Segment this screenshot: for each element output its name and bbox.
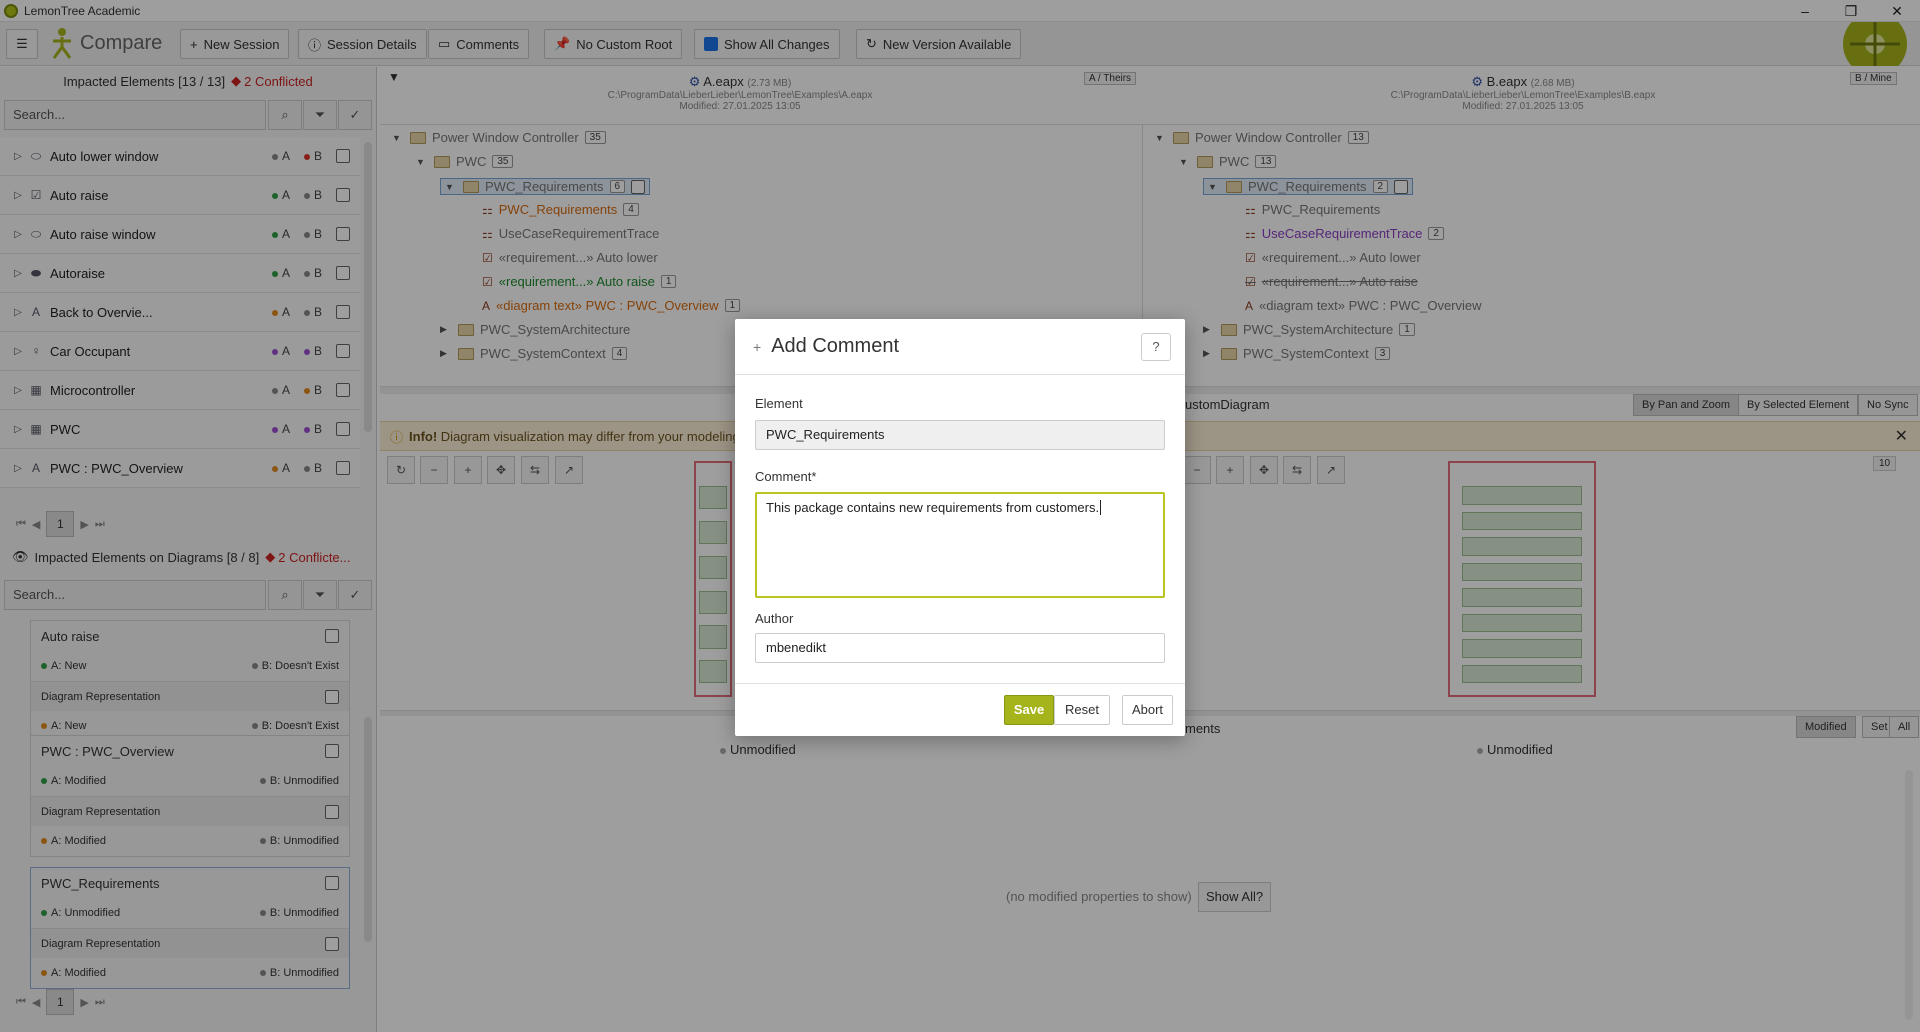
element-label: Element <box>755 396 803 411</box>
author-field[interactable]: mbenedikt <box>755 633 1165 663</box>
help-icon[interactable]: ? <box>1141 333 1171 361</box>
comment-textarea[interactable]: This package contains new requirements f… <box>755 492 1165 598</box>
author-label: Author <box>755 611 794 626</box>
save-button[interactable]: Save <box>1004 695 1054 725</box>
dialog-footer: Save Reset Abort <box>735 683 1185 736</box>
add-comment-dialog: + Add Comment ? Element PWC_Requirements… <box>735 319 1185 736</box>
element-field: PWC_Requirements <box>755 420 1165 450</box>
plus-icon: + <box>753 338 762 355</box>
reset-button[interactable]: Reset <box>1054 695 1110 725</box>
comment-text: This package contains new requirements f… <box>766 500 1100 515</box>
comment-label: Comment* <box>755 469 817 484</box>
abort-button[interactable]: Abort <box>1122 695 1173 725</box>
text-cursor <box>1100 500 1102 515</box>
dialog-title: Add Comment <box>771 335 900 357</box>
dialog-header: + Add Comment <box>735 319 1185 375</box>
